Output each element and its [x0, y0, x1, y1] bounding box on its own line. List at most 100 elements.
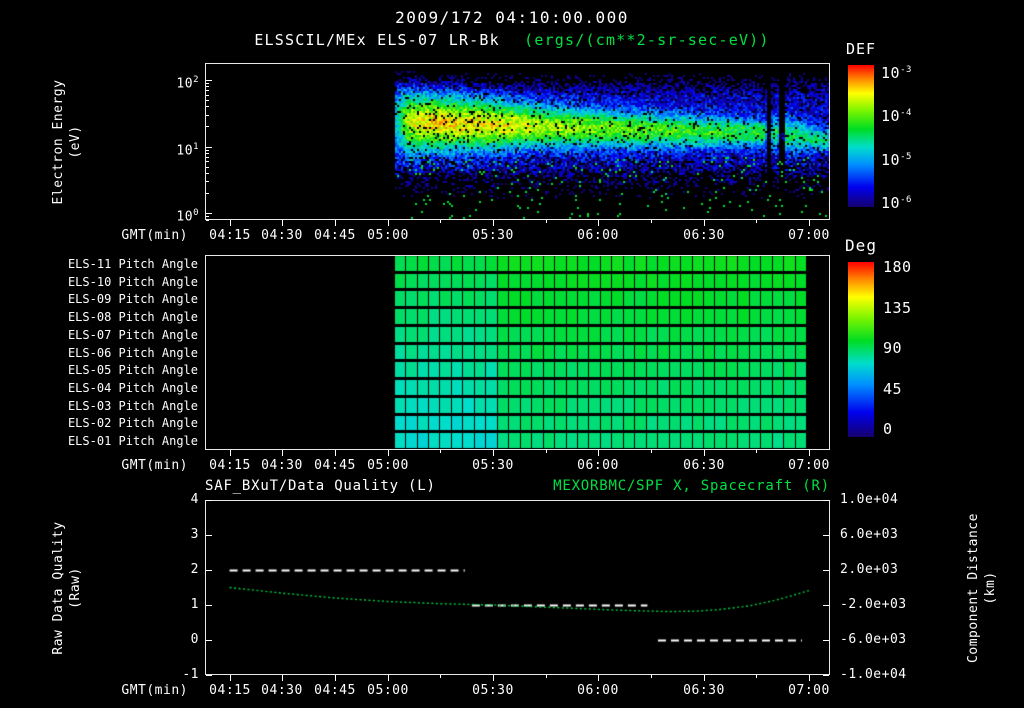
- x-tick-spec: [493, 220, 494, 226]
- x-tick-qual: [809, 675, 810, 681]
- x-tick-qual: [440, 675, 441, 678]
- x-tick-spec: [335, 220, 336, 226]
- x-axis-title-spec: GMT(min): [98, 227, 188, 245]
- x-tick-label-qual: 06:00: [574, 682, 622, 700]
- quality-y-axis-title: Raw Data Quality (Raw): [50, 478, 84, 698]
- spec-y-minor-tick: [206, 161, 209, 162]
- distance-y-tick-label: -6.0e+03: [840, 631, 920, 649]
- x-tick-spec: [809, 220, 810, 226]
- x-tick-label-pitch: 07:00: [785, 457, 833, 475]
- spec-y-minor-tick: [206, 216, 209, 217]
- spec-y-tick: [206, 80, 212, 81]
- x-axis-title-pitch: GMT(min): [98, 457, 188, 475]
- quality-y-tick-label: 0: [159, 631, 199, 649]
- spec-y-tick: [206, 147, 212, 148]
- distance-y-tick-label: 1.0e+04: [840, 491, 920, 509]
- plot-stage: 2009/172 04:10:00.000 ELSSCIL/MEx ELS-07…: [0, 0, 1024, 708]
- quality-y-tick: [206, 500, 212, 501]
- distance-y-tick: [823, 640, 829, 641]
- x-tick-label-spec: 07:00: [785, 227, 833, 245]
- deg-colorbar-tick-label: 135: [883, 299, 933, 317]
- pitch-frame: [205, 255, 830, 450]
- deg-colorbar-tick-label: 90: [883, 339, 933, 357]
- spec-y-minor-tick: [206, 106, 209, 107]
- quality-y-tick-label: 3: [159, 526, 199, 544]
- x-tick-label-qual: 04:15: [206, 682, 254, 700]
- x-tick-spec: [704, 220, 705, 226]
- quality-title-left: SAF_BXuT/Data Quality (L): [205, 478, 436, 494]
- pitch-row-label: ELS-07 Pitch Angle: [0, 327, 198, 343]
- deg-colorbar: [848, 262, 874, 437]
- x-tick-pitch: [598, 450, 599, 456]
- pitch-row-label: ELS-09 Pitch Angle: [0, 291, 198, 307]
- x-tick-label-pitch: 04:45: [311, 457, 359, 475]
- quality-y-tick: [206, 535, 212, 536]
- spec-y-minor-tick: [206, 181, 209, 182]
- x-tick-label-spec: 06:00: [574, 227, 622, 245]
- x-tick-spec: [388, 220, 389, 226]
- x-tick-label-qual: 06:30: [680, 682, 728, 700]
- quality-y-tick: [206, 675, 212, 676]
- pitch-row-label: ELS-01 Pitch Angle: [0, 433, 198, 449]
- x-tick-label-spec: 05:00: [364, 227, 412, 245]
- pitch-row-label: ELS-04 Pitch Angle: [0, 380, 198, 396]
- def-colorbar-tick-label: 10-4: [881, 104, 941, 125]
- x-tick-spec: [598, 220, 599, 226]
- quality-y-tick-label: 1: [159, 596, 199, 614]
- x-tick-qual: [335, 675, 336, 681]
- distance-title-right: MEXORBMC/SPF X, Spacecraft (R): [553, 478, 830, 494]
- deg-colorbar-tick-label: 45: [883, 380, 933, 398]
- x-tick-label-qual: 04:45: [311, 682, 359, 700]
- x-tick-label-pitch: 06:30: [680, 457, 728, 475]
- x-tick-qual: [546, 675, 547, 678]
- quality-y-axis-title-line1: Raw Data Quality: [50, 478, 67, 698]
- distance-y-tick: [823, 570, 829, 571]
- x-tick-pitch: [704, 450, 705, 456]
- spec-y-minor-tick: [206, 150, 209, 151]
- plot-title-timestamp: 2009/172 04:10:00.000: [0, 8, 1024, 27]
- x-tick-qual: [598, 675, 599, 681]
- spec-y-tick-label: 101: [153, 138, 199, 160]
- spec-y-minor-tick: [206, 220, 209, 221]
- x-tick-label-qual: 05:00: [364, 682, 412, 700]
- pitch-row-label: ELS-05 Pitch Angle: [0, 362, 198, 378]
- x-tick-label-spec: 04:15: [206, 227, 254, 245]
- spec-y-tick: [206, 213, 212, 214]
- quality-y-axis-title-line2: (Raw): [67, 478, 84, 698]
- x-tick-pitch: [388, 450, 389, 456]
- subtitle-units: (ergs/(cm**2-sr-sec-eV)): [524, 31, 770, 49]
- x-tick-qual: [388, 675, 389, 681]
- x-tick-qual: [493, 675, 494, 681]
- spec-y-tick-label: 100: [153, 204, 199, 226]
- pitch-row-label: ELS-10 Pitch Angle: [0, 274, 198, 290]
- x-tick-label-qual: 04:30: [258, 682, 306, 700]
- x-tick-spec: [230, 220, 231, 226]
- bottom-panel-titles: SAF_BXuT/Data Quality (L) MEXORBMC/SPF X…: [205, 478, 830, 494]
- quality-y-tick-label: 2: [159, 561, 199, 579]
- spec-y-minor-tick: [206, 90, 209, 91]
- quality-y-tick: [206, 640, 212, 641]
- def-colorbar-tick-label: 10-5: [881, 148, 941, 169]
- distance-y-tick: [823, 500, 829, 501]
- quality-y-tick: [206, 605, 212, 606]
- x-tick-label-pitch: 04:15: [206, 457, 254, 475]
- pitch-row-label: ELS-08 Pitch Angle: [0, 309, 198, 325]
- x-tick-label-spec: 05:30: [469, 227, 517, 245]
- x-tick-label-pitch: 04:30: [258, 457, 306, 475]
- x-tick-pitch: [335, 450, 336, 456]
- spec-y-tick-label: 102: [153, 71, 199, 93]
- x-tick-qual: [230, 675, 231, 681]
- x-tick-qual: [651, 675, 652, 678]
- x-tick-pitch: [493, 450, 494, 456]
- distance-y-axis-title: Component Distance (km): [965, 478, 999, 698]
- spectrogram-frame: [205, 63, 830, 220]
- x-axis-title-qual: GMT(min): [98, 682, 188, 700]
- spec-y-minor-tick: [206, 153, 209, 154]
- x-tick-pitch: [230, 450, 231, 456]
- x-tick-pitch: [651, 450, 652, 453]
- quality-y-tick-label: 4: [159, 491, 199, 509]
- x-tick-spec: [546, 220, 547, 223]
- subtitle-instrument: ELSSCIL/MEx ELS-07 LR-Bk: [254, 31, 500, 49]
- quality-frame: [205, 500, 830, 675]
- x-tick-label-qual: 05:30: [469, 682, 517, 700]
